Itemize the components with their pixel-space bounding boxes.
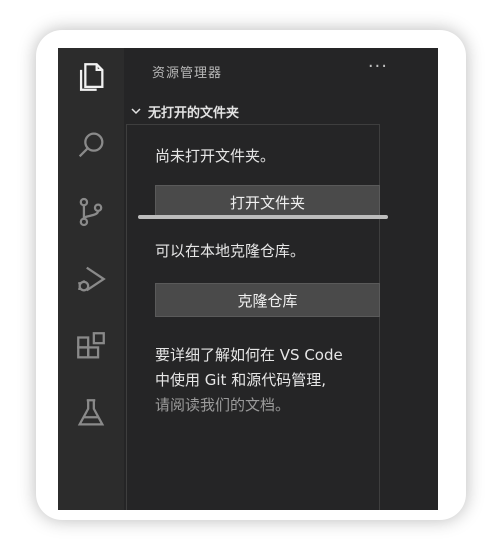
section-title: 无打开的文件夹 — [148, 105, 240, 121]
help-line-2: 中使用 Git 和源代码管理, — [155, 371, 326, 389]
activity-bar — [58, 48, 124, 510]
open-folder-button[interactable]: 打开文件夹 — [155, 185, 380, 219]
vscode-window: 资源管理器 ··· 无打开的文件夹 尚未打开文件夹。 打开文件夹 可以在本地克隆… — [58, 48, 438, 510]
docs-link[interactable]: 请阅读我们的文档。 — [155, 393, 387, 418]
files-icon — [79, 63, 104, 91]
section-header-no-folder[interactable]: 无打开的文件夹 — [128, 100, 239, 122]
more-actions-button[interactable]: ··· — [368, 56, 388, 77]
testing-icon[interactable] — [72, 394, 110, 432]
source-control-icon[interactable] — [72, 193, 110, 231]
clone-repository-button[interactable]: 克隆仓库 — [155, 283, 380, 317]
empty-explorer-panel: 尚未打开文件夹。 打开文件夹 可以在本地克隆仓库。 克隆仓库 要详细了解如何在 … — [126, 124, 380, 510]
help-line-1: 要详细了解如何在 VS Code — [155, 346, 343, 364]
sidebar-title: 资源管理器 — [152, 66, 223, 81]
focus-indicator — [138, 215, 388, 219]
clone-message: 可以在本地克隆仓库。 — [155, 242, 306, 260]
run-debug-icon[interactable] — [72, 260, 110, 298]
explorer-icon[interactable] — [72, 58, 110, 96]
help-text: 要详细了解如何在 VS Code 中使用 Git 和源代码管理, 请阅读我们的文… — [155, 343, 387, 418]
no-folder-message: 尚未打开文件夹。 — [155, 147, 276, 165]
extensions-icon[interactable] — [72, 327, 110, 365]
search-icon[interactable] — [72, 126, 110, 164]
explorer-sidebar: 资源管理器 ··· 无打开的文件夹 尚未打开文件夹。 打开文件夹 可以在本地克隆… — [124, 48, 438, 510]
chevron-down-icon — [128, 103, 144, 119]
